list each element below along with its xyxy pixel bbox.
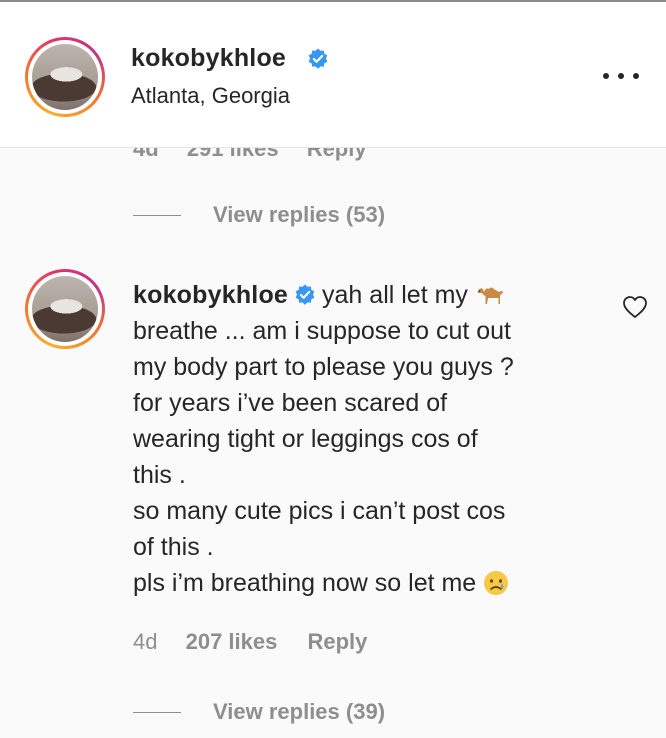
comment-line: my body part to please you guys ? (133, 353, 514, 381)
comment-text: kokobykhloe yah all let my breathe ... am… (133, 277, 593, 601)
avatar-photo (32, 44, 98, 110)
comment-line: breathe ... am i suppose to cut out (133, 317, 512, 345)
comment-meta: 4d 207 likes Reply (133, 629, 367, 655)
comment-line-text: pls i’m breathing now so let me (133, 569, 477, 597)
post-author-avatar[interactable] (25, 37, 105, 117)
comment-line-text: yah all let my (322, 281, 468, 309)
comment-line: of this . (133, 533, 214, 561)
comment-line: this . (133, 461, 186, 489)
comment-line: so many cute pics i can’t post cos (133, 497, 506, 525)
view-replies-label[interactable]: View replies (53) (213, 202, 385, 228)
post-header: kokobykhloe Atlanta, Georgia (0, 2, 666, 148)
replies-divider (133, 214, 181, 216)
crying-face-emoji-icon (484, 571, 509, 595)
comment-line: pls i’m breathing now so let me (133, 565, 593, 601)
camel-emoji-icon (477, 287, 503, 304)
comment-likes[interactable]: 207 likes (186, 629, 278, 654)
avatar-photo (32, 276, 98, 342)
view-replies-toggle[interactable]: View replies (53) (133, 202, 385, 228)
comment-author-username[interactable]: kokobykhloe (133, 281, 288, 309)
comment-line: for years i’ve been scared of (133, 389, 448, 417)
comment-reply-button[interactable]: Reply (307, 629, 367, 654)
view-replies-toggle[interactable]: View replies (39) (133, 699, 385, 725)
comment-author-avatar[interactable] (25, 269, 105, 349)
post-author-username[interactable]: kokobykhloe (131, 44, 286, 73)
comment-timestamp[interactable]: 4d (133, 629, 157, 654)
verified-badge-icon (295, 284, 315, 305)
verified-badge-icon (308, 48, 328, 69)
more-options-icon[interactable] (603, 68, 639, 84)
post-location[interactable]: Atlanta, Georgia (131, 83, 290, 109)
view-replies-label[interactable]: View replies (39) (213, 699, 385, 725)
comment-line: kokobykhloe yah all let my (133, 277, 593, 313)
heart-outline-icon[interactable] (622, 295, 648, 319)
comment-line: wearing tight or leggings cos of (133, 425, 478, 453)
post-comments-panel: kokobykhloe Atlanta, Georgia 4d 291 like… (0, 0, 666, 738)
replies-divider (133, 711, 181, 713)
